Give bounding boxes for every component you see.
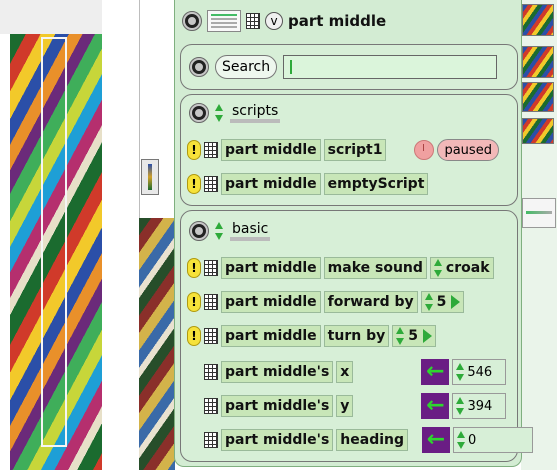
command-tile[interactable]: turn by <box>323 325 390 347</box>
up-down-arrows-icon[interactable] <box>456 363 465 381</box>
up-down-arrows-icon[interactable] <box>215 104 224 122</box>
view-button[interactable]: v <box>265 12 283 30</box>
object-tile[interactable]: part middle <box>221 173 321 195</box>
photo-strip <box>139 218 175 470</box>
basic-section: basic ! part middle make sound croak ! p… <box>180 210 534 462</box>
heading-value: 0 <box>468 432 477 448</box>
forward-value-tile[interactable]: 5 <box>420 291 465 313</box>
tile-grid-icon[interactable] <box>204 260 218 276</box>
viewer-header: v part middle <box>182 5 518 37</box>
getter-row: part middle's x ← 546 <box>204 359 507 385</box>
command-row: ! part middle forward by 5 <box>187 291 465 313</box>
command-row: ! part middle turn by 5 <box>187 325 436 347</box>
forward-value: 5 <box>436 294 447 310</box>
thumbnail-1[interactable] <box>522 4 554 36</box>
search-menu-icon[interactable] <box>189 57 209 77</box>
tile-grid-icon[interactable] <box>204 294 218 310</box>
slot-tile[interactable]: x <box>336 361 354 383</box>
slot-tile[interactable]: y <box>336 395 354 417</box>
up-down-arrows-icon[interactable] <box>424 293 434 311</box>
search-section: Search <box>180 44 518 90</box>
script-name-tile[interactable]: script1 <box>323 139 387 161</box>
up-down-arrows-icon[interactable] <box>456 397 465 415</box>
tile-grid-icon[interactable] <box>246 13 260 29</box>
green-left-arrow-icon[interactable]: ← <box>421 359 450 385</box>
viewer-title: part middle <box>288 12 387 30</box>
object-tile[interactable]: part middle <box>221 257 321 279</box>
object-tile[interactable]: part middle <box>221 139 321 161</box>
x-value-box[interactable]: 546 <box>452 359 507 385</box>
sprite-thumbnail-icon[interactable] <box>207 10 241 32</box>
y-value: 394 <box>467 398 493 414</box>
exclamation-icon[interactable]: ! <box>187 258 201 278</box>
command-tile[interactable]: forward by <box>323 291 418 313</box>
category-label[interactable]: scripts <box>230 103 281 123</box>
object-tile[interactable]: part middle's <box>221 429 334 451</box>
tile-grid-icon[interactable] <box>204 398 218 414</box>
exclamation-icon[interactable]: ! <box>187 140 201 160</box>
tile-grid-icon[interactable] <box>204 142 218 158</box>
x-value: 546 <box>467 364 493 380</box>
object-tile[interactable]: part middle's <box>221 361 334 383</box>
play-triangle-icon[interactable] <box>422 329 432 343</box>
scripts-section: scripts ! part middle script1 paused ! p… <box>180 94 518 206</box>
command-tile[interactable]: make sound <box>323 257 427 279</box>
up-down-arrows-icon[interactable] <box>457 431 466 449</box>
menu-button-icon[interactable] <box>182 11 202 31</box>
command-row: ! part middle make sound croak <box>187 257 494 279</box>
tiny-thumbnail[interactable] <box>522 198 556 228</box>
thumbnail-2[interactable] <box>522 46 554 78</box>
thumbnail-3[interactable] <box>522 82 554 112</box>
sound-selector[interactable]: croak <box>429 257 494 279</box>
exclamation-icon[interactable]: ! <box>187 326 201 346</box>
heading-value-box[interactable]: 0 <box>453 427 534 453</box>
photo-top-background <box>0 0 102 34</box>
slot-tile[interactable]: heading <box>336 429 409 451</box>
object-tile[interactable]: part middle's <box>221 395 334 417</box>
green-left-arrow-icon[interactable]: ← <box>421 393 450 419</box>
turn-value: 5 <box>408 328 418 344</box>
clock-icon[interactable] <box>414 140 435 160</box>
play-triangle-icon[interactable] <box>451 295 461 309</box>
basic-menu-icon[interactable] <box>189 221 209 241</box>
green-left-arrow-icon[interactable]: ← <box>422 427 451 453</box>
tile-grid-icon[interactable] <box>204 328 218 344</box>
script-row: ! part middle emptyScript <box>187 173 429 195</box>
script-row: ! part middle script1 paused <box>187 139 499 161</box>
exclamation-icon[interactable]: ! <box>187 292 201 312</box>
object-tile[interactable]: part middle <box>221 325 321 347</box>
sprite-handle[interactable] <box>141 159 159 195</box>
up-down-arrows-icon[interactable] <box>433 259 443 277</box>
y-value-box[interactable]: 394 <box>452 393 507 419</box>
getter-row: part middle's heading ← 0 <box>204 427 534 453</box>
turn-value-tile[interactable]: 5 <box>392 325 436 347</box>
search-button[interactable]: Search <box>215 55 278 79</box>
exclamation-icon[interactable]: ! <box>187 174 201 194</box>
tile-grid-icon[interactable] <box>204 364 218 380</box>
tile-grid-icon[interactable] <box>204 432 218 448</box>
tile-grid-icon[interactable] <box>204 176 218 192</box>
scripts-menu-icon[interactable] <box>189 103 209 123</box>
selection-rectangle[interactable] <box>41 37 67 447</box>
getter-row: part middle's y ← 394 <box>204 393 507 419</box>
up-down-arrows-icon[interactable] <box>215 222 224 240</box>
category-label[interactable]: basic <box>230 221 271 241</box>
up-down-arrows-icon[interactable] <box>396 327 405 345</box>
script-name-tile[interactable]: emptyScript <box>323 173 429 195</box>
status-badge[interactable]: paused <box>437 139 499 161</box>
search-input[interactable] <box>283 55 498 79</box>
object-tile[interactable]: part middle <box>221 291 321 313</box>
thumbnail-4[interactable] <box>522 118 554 144</box>
sound-value: croak <box>445 260 490 276</box>
